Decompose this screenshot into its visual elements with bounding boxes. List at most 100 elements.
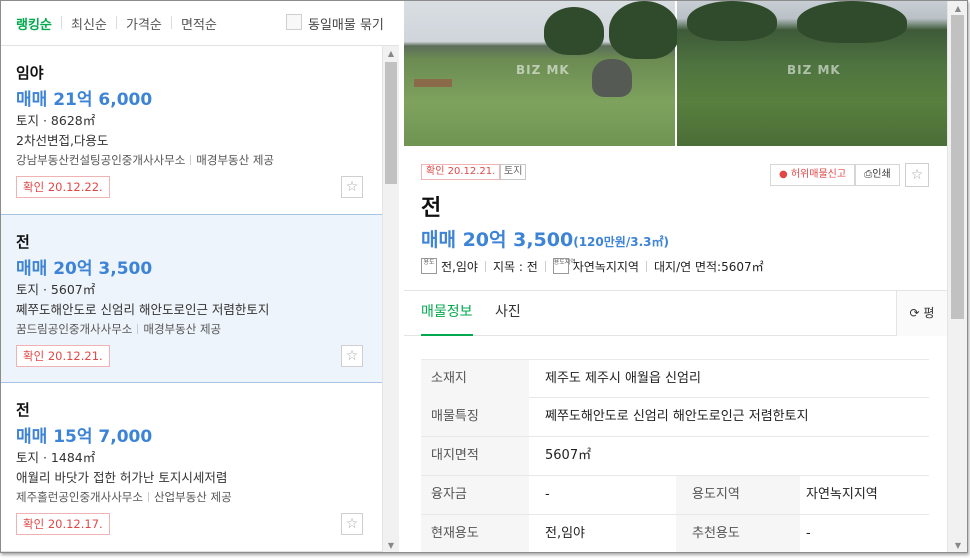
listing-title: 임야 <box>16 64 44 82</box>
row-value: 전,임야 <box>545 526 586 541</box>
tab-photos[interactable]: 사진 <box>495 291 521 336</box>
confirmed-badge: 확인 20.12.21. <box>421 164 501 180</box>
sort-divider <box>116 16 117 29</box>
jimok: 지목 : 전 <box>492 259 538 274</box>
table-row: 현재용도 전,임야 추천용도 - <box>421 515 929 552</box>
scrollbar-thumb[interactable] <box>951 15 964 319</box>
photo-tree <box>544 7 604 55</box>
listing-price: 매매 21억 6,000 <box>16 90 153 110</box>
scroll-down-icon[interactable]: ▼ <box>383 538 399 552</box>
star-icon[interactable]: ☆ <box>341 176 363 198</box>
photo-bench <box>414 79 452 87</box>
sort-divider <box>171 16 172 29</box>
provider-name: 매경부동산 제공 <box>196 153 274 167</box>
row-label: 용도지역 <box>676 476 800 514</box>
listing-item[interactable]: 임야 매매 21억 6,000 토지 · 8628㎡ 2차선변접,다용도 강남부… <box>1 46 382 215</box>
sort-ranking[interactable]: 랭킹순 <box>16 14 52 33</box>
property-photo[interactable]: BIZ MK <box>404 1 679 146</box>
sort-bar: 랭킹순 최신순 가격순 면적순 동일매물 묶기 <box>1 1 399 46</box>
tab-listing-info[interactable]: 매물정보 <box>421 291 473 336</box>
row-value: 자연녹지지역 <box>806 487 878 502</box>
sort-latest[interactable]: 최신순 <box>71 14 107 33</box>
confirmed-badge: 확인 20.12.22. <box>16 176 110 198</box>
divider <box>484 260 486 272</box>
detail-tabs: 매물정보 사진 ⟳ 평 <box>404 290 947 336</box>
agent-name[interactable]: 꿈드림공인중개사사무소 <box>16 322 132 336</box>
listing-item[interactable]: 전 매매 15억 7,000 토지 · 1484㎡ 애월리 바닷가 접한 허가난… <box>1 383 382 552</box>
table-row: 매물특징 쩨쭈도해안도로 신엄리 해안도로인근 저렴한토지 <box>421 398 929 437</box>
star-icon[interactable]: ☆ <box>341 345 363 367</box>
table-row: 소재지 제주도 제주시 애월읍 신엄리 <box>421 359 929 398</box>
photo-tree <box>609 1 679 59</box>
photo-rock <box>592 59 632 97</box>
scroll-down-icon[interactable]: ▼ <box>948 538 967 552</box>
listing-list: 임야 매매 21억 6,000 토지 · 8628㎡ 2차선변접,다용도 강남부… <box>1 46 382 552</box>
provider-name: 매경부동산 제공 <box>143 322 222 336</box>
row-label: 추천용도 <box>676 515 800 552</box>
listing-description: 쩨쭈도해안도로 신엄리 해안도로인근 저렴한토지 <box>16 302 270 317</box>
detail-title: 전 <box>421 196 442 221</box>
listing-spec: 토지 · 1484㎡ <box>16 450 96 465</box>
row-label: 융자금 <box>421 476 529 514</box>
scroll-up-icon[interactable]: ▲ <box>383 46 399 62</box>
listing-scrollbar[interactable]: ▲ ▼ <box>382 46 399 552</box>
provider-name: 산업부동산 제공 <box>153 490 232 504</box>
detail-price-value: 매매 20억 3,500 <box>421 229 574 251</box>
confirmed-badge: 확인 20.12.17. <box>16 513 110 535</box>
unit-toggle-label: 평 <box>923 306 935 320</box>
row-value: 5607㎡ <box>545 448 592 463</box>
siren-icon: ● <box>778 169 791 180</box>
zone-icon: 용도지역 <box>552 258 576 274</box>
star-icon[interactable]: ☆ <box>905 163 929 187</box>
listing-item-selected[interactable]: 전 매매 20억 3,500 토지 · 5607㎡ 쩨쭈도해안도로 신엄리 해안… <box>1 214 382 383</box>
watermark: BIZ MK <box>787 63 841 77</box>
listing-panel: 랭킹순 최신순 가격순 면적순 동일매물 묶기 임야 매매 21억 6,000 … <box>1 1 399 552</box>
listing-title: 전 <box>16 233 30 251</box>
same-listing-checkbox[interactable] <box>286 14 302 30</box>
listing-description: 애월리 바닷가 접한 허가난 토지시세저렴 <box>16 470 228 485</box>
unit-price: (120만원/3.3㎡) <box>573 235 669 249</box>
land-use-icon: 용도 <box>421 258 437 274</box>
sort-price[interactable]: 가격순 <box>126 14 162 33</box>
listing-price: 매매 15억 7,000 <box>16 427 153 447</box>
table-row: 대지면적 5607㎡ <box>421 437 929 476</box>
agent-name[interactable]: 강남부동산컨설팅공인중개사사무소 <box>16 153 185 167</box>
watermark: BIZ MK <box>516 63 570 77</box>
row-label: 매물특징 <box>421 398 529 436</box>
listing-spec: 토지 · 5607㎡ <box>16 282 96 297</box>
listing-description: 2차선변접,다용도 <box>16 133 109 148</box>
detail-price: 매매 20억 3,500(120만원/3.3㎡) <box>421 225 669 252</box>
listing-agent: 제주홀런공인중개사사무소 산업부동산 제공 <box>16 489 232 505</box>
type-badge: 토지 <box>500 164 527 180</box>
detail-meta: 용도 전,임야 지목 : 전 용도지역 자연녹지지역 대지/연 면적:5607㎡ <box>421 257 764 275</box>
confirmed-badge: 확인 20.12.21. <box>16 345 110 367</box>
report-button[interactable]: ● 허위매물신고 <box>770 164 855 186</box>
info-table: 소재지 제주도 제주시 애월읍 신엄리 매물특징 쩨쭈도해안도로 신엄리 해안도… <box>421 359 929 552</box>
star-icon[interactable]: ☆ <box>341 513 363 535</box>
listing-agent: 강남부동산컨설팅공인중개사사무소 매경부동산 제공 <box>16 152 274 168</box>
print-label: 인쇄 <box>872 169 891 180</box>
refresh-icon: ⟳ <box>909 306 924 320</box>
area: 대지/연 면적:5607㎡ <box>653 259 764 274</box>
row-value: - <box>545 487 550 502</box>
agent-name[interactable]: 제주홀런공인중개사사무소 <box>16 490 143 504</box>
property-photo[interactable]: BIZ MK <box>677 1 947 146</box>
row-label: 대지면적 <box>421 437 529 475</box>
listing-price: 매매 20억 3,500 <box>16 259 153 279</box>
detail-scrollbar[interactable]: ▲ ▼ <box>947 1 967 552</box>
photo-tree <box>797 1 907 43</box>
divider <box>190 155 192 165</box>
divider <box>544 260 546 272</box>
same-listing-label[interactable]: 동일매물 묶기 <box>308 14 384 33</box>
photo-tree <box>687 1 777 41</box>
unit-toggle-button[interactable]: ⟳ 평 <box>896 291 947 336</box>
app-window: 랭킹순 최신순 가격순 면적순 동일매물 묶기 임야 매매 21억 6,000 … <box>0 0 968 553</box>
print-button[interactable]: ⎙인쇄 <box>855 164 900 186</box>
scrollbar-thumb[interactable] <box>385 62 397 184</box>
row-value: - <box>806 526 811 541</box>
divider <box>147 492 149 502</box>
report-label: 허위매물신고 <box>790 169 847 180</box>
listing-detail: 확인 20.12.21. 토지 ● 허위매물신고 ⎙인쇄 ☆ 전 매매 20억 … <box>404 146 947 552</box>
sort-area[interactable]: 면적순 <box>181 14 217 33</box>
sort-divider <box>61 16 62 29</box>
